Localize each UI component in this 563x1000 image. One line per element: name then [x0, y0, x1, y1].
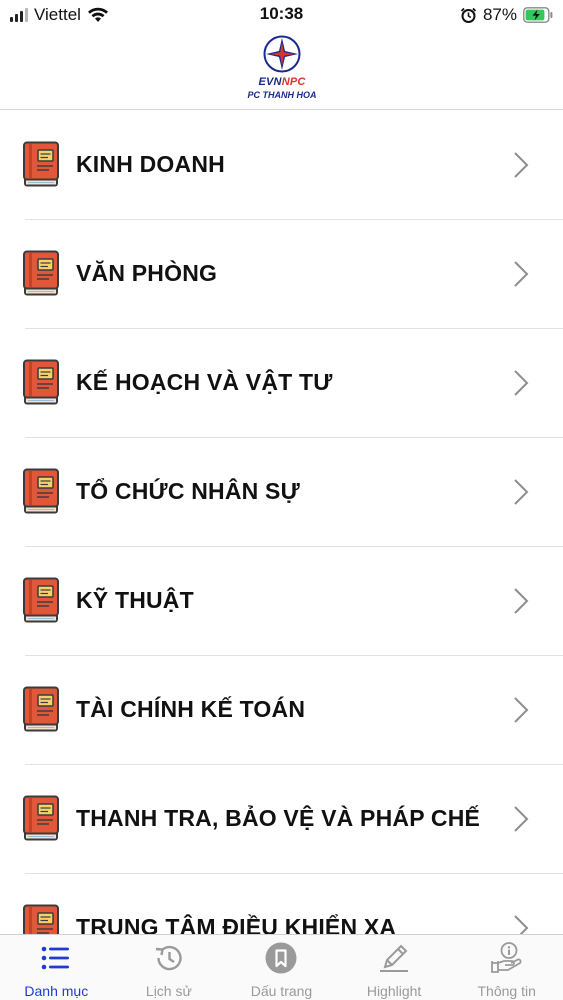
tab-label: Thông tin [477, 983, 536, 999]
tab-label: Lịch sử [145, 983, 192, 999]
logo-subtitle: PC THANH HOA [247, 90, 317, 100]
company-logo: EVNNPC PC THANH HOA [240, 32, 324, 104]
menu-item-label: THANH TRA, BẢO VỆ VÀ PHÁP CHẾ [76, 805, 481, 831]
menu-item-label: TRUNG TÂM ĐIỀU KHIỂN XA [76, 914, 397, 934]
menu-item-label: KỸ THUẬT [76, 587, 194, 613]
menu-item-label: TÀI CHÍNH KẾ TOÁN [76, 696, 306, 722]
tab-lich-su[interactable]: Lịch sử [113, 935, 226, 1000]
chevron-right-icon [514, 370, 529, 396]
menu-item[interactable]: TÀI CHÍNH KẾ TOÁN [0, 656, 563, 765]
menu-item[interactable]: TRUNG TÂM ĐIỀU KHIỂN XA [0, 874, 563, 934]
chevron-right-icon [514, 479, 529, 505]
book-icon [22, 577, 60, 625]
book-icon [22, 468, 60, 516]
battery-percent: 87% [482, 5, 517, 24]
tab-dau-trang[interactable]: Dấu trang [225, 935, 338, 1000]
tab-label: Dấu trang [250, 983, 313, 999]
book-icon [22, 141, 60, 189]
bookmark-icon [265, 942, 297, 974]
menu-item[interactable]: KỸ THUẬT [0, 547, 563, 656]
chevron-right-icon [514, 152, 529, 178]
tab-label: Highlight [366, 983, 422, 999]
tab-label: Danh mục [24, 983, 89, 999]
category-list: KINH DOANH VĂN PHÒNG KẾ HOẠCH VÀ VẬT TƯ … [0, 111, 563, 934]
tab-highlight[interactable]: Highlight [338, 935, 451, 1000]
logo-wordmark: EVNNPC [240, 76, 324, 88]
tab-thong-tin[interactable]: Thông tin [450, 935, 563, 1000]
pencil-icon [380, 944, 409, 972]
app-header: EVNNPC PC THANH HOA [0, 30, 563, 110]
menu-item-label: KINH DOANH [76, 151, 225, 177]
menu-item[interactable]: VĂN PHÒNG [0, 220, 563, 329]
book-icon [22, 686, 60, 734]
battery-charging-icon [523, 7, 553, 23]
chevron-right-icon [514, 915, 529, 934]
chevron-right-icon [514, 588, 529, 614]
menu-item-label: KẾ HOẠCH VÀ VẬT TƯ [76, 369, 333, 395]
status-right: 87% [460, 4, 553, 26]
alarm-icon [460, 7, 477, 23]
info-hand-icon [490, 942, 522, 973]
menu-item-label: TỔ CHỨC NHÂN SỰ [76, 478, 300, 504]
menu-item[interactable]: KINH DOANH [0, 111, 563, 220]
book-icon [22, 359, 60, 407]
status-bar: Viettel 10:38 87% [0, 0, 563, 30]
menu-item[interactable]: THANH TRA, BẢO VỆ VÀ PHÁP CHẾ [0, 765, 563, 874]
menu-item[interactable]: KẾ HOẠCH VÀ VẬT TƯ [0, 329, 563, 438]
logo-evn: EVN [258, 76, 282, 88]
menu-item-label: VĂN PHÒNG [76, 260, 218, 286]
menu-item[interactable]: TỔ CHỨC NHÂN SỰ [0, 438, 563, 547]
chevron-right-icon [514, 806, 529, 832]
history-icon [155, 945, 182, 971]
book-icon [22, 250, 60, 298]
bottom-tab-bar: Danh mục Lịch sử Dấu trang Highlight Thô… [0, 934, 563, 1000]
chevron-right-icon [514, 261, 529, 287]
book-icon [22, 795, 60, 843]
evn-emblem-icon [263, 35, 301, 73]
logo-npc: NPC [281, 76, 306, 88]
chevron-right-icon [514, 697, 529, 723]
book-icon [22, 904, 60, 934]
tab-danh-muc[interactable]: Danh mục [0, 935, 113, 1000]
list-icon [41, 946, 70, 970]
